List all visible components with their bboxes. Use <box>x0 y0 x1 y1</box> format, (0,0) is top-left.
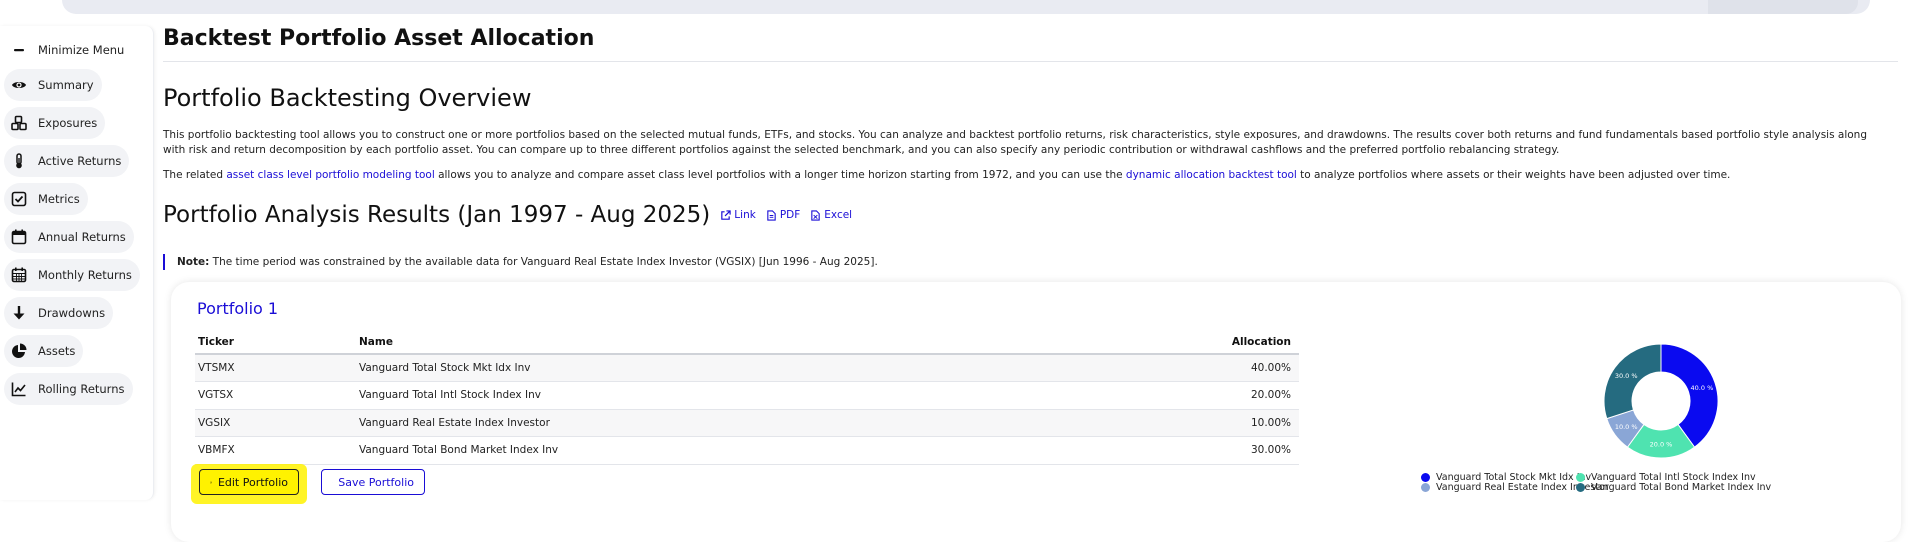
name-cell: Vanguard Total Stock Mkt Idx Inv <box>356 354 956 382</box>
table-header-row: Ticker Name Allocation <box>195 330 1299 354</box>
arrow-down-icon <box>10 304 28 322</box>
table-row: VGTSX Vanguard Total Intl Stock Index In… <box>195 382 1299 410</box>
sidebar-item-drawdowns[interactable]: Drawdowns <box>4 297 113 329</box>
overview-paragraph: This portfolio backtesting tool allows y… <box>163 128 1888 157</box>
paragraph-text: to analyze portfolios where assets or th… <box>1297 169 1731 181</box>
legend-swatch <box>1576 483 1585 492</box>
donut-slice[interactable] <box>1604 344 1661 419</box>
sidebar-item-summary[interactable]: Summary <box>4 69 102 101</box>
overview-heading: Portfolio Backtesting Overview <box>163 84 531 112</box>
sidebar-item-label: Metrics <box>38 192 80 206</box>
column-header-ticker: Ticker <box>195 330 356 354</box>
pie-icon <box>10 342 28 360</box>
sidebar-item-active-returns[interactable]: Active Returns <box>4 145 129 177</box>
paragraph-text: allows you to analyze and compare asset … <box>435 169 1126 181</box>
note-text: The time period was constrained by the a… <box>209 256 877 268</box>
excel-file-icon <box>810 210 821 221</box>
table-row: VBMFX Vanguard Total Bond Market Index I… <box>195 437 1299 465</box>
eye-icon <box>10 76 28 94</box>
table-row: VTSMX Vanguard Total Stock Mkt Idx Inv 4… <box>195 354 1299 382</box>
sidebar-item-label: Assets <box>38 344 75 358</box>
ticker-cell: VTSMX <box>195 354 356 382</box>
calendar-grid-icon <box>10 266 28 284</box>
holdings-table: Ticker Name Allocation VTSMX Vanguard To… <box>195 330 1299 465</box>
dynamic-allocation-tool-link[interactable]: dynamic allocation backtest tool <box>1126 169 1297 181</box>
minus-icon <box>10 41 28 59</box>
share-link-label: Link <box>734 209 756 221</box>
legend-swatch <box>1421 483 1430 492</box>
paragraph-text: The related <box>163 169 226 181</box>
top-bar-action[interactable] <box>1708 0 1858 14</box>
related-tools-paragraph: The related asset class level portfolio … <box>163 168 1888 183</box>
sidebar-item-assets[interactable]: Assets <box>4 335 83 367</box>
legend-item[interactable]: Vanguard Total Bond Market Index Inv <box>1576 482 1771 493</box>
page-title: Backtest Portfolio Asset Allocation <box>163 26 594 51</box>
title-divider <box>163 61 1898 62</box>
sidebar-item-rolling-returns[interactable]: Rolling Returns <box>4 373 133 405</box>
checkbox-icon <box>10 190 28 208</box>
legend-swatch <box>1576 473 1585 482</box>
allocation-cell: 10.00% <box>956 409 1299 437</box>
pdf-link[interactable]: PDF <box>766 209 800 221</box>
name-cell: Vanguard Total Intl Stock Index Inv <box>356 382 956 410</box>
allocation-cell: 40.00% <box>956 354 1299 382</box>
sidebar-item-minimize-menu[interactable]: Minimize Menu <box>4 34 132 66</box>
slice-label: 40.0 % <box>1691 384 1714 392</box>
name-cell: Vanguard Real Estate Index Investor <box>356 409 956 437</box>
cubes-icon <box>10 114 28 132</box>
sidebar-item-label: Minimize Menu <box>38 43 124 57</box>
save-portfolio-label: Save Portfolio <box>338 476 414 489</box>
sidebar: Minimize Menu Summary Exposures Active R… <box>0 26 154 500</box>
sidebar-item-label: Drawdowns <box>38 306 105 320</box>
thermometer-icon <box>10 152 28 170</box>
sidebar-item-label: Exposures <box>38 116 97 130</box>
sidebar-item-monthly-returns[interactable]: Monthly Returns <box>4 259 140 291</box>
asset-class-tool-link[interactable]: asset class level portfolio modeling too… <box>226 169 434 181</box>
legend-swatch <box>1421 473 1430 482</box>
excel-link[interactable]: Excel <box>810 209 852 221</box>
slice-label: 30.0 % <box>1615 372 1638 380</box>
line-chart-icon <box>10 380 28 398</box>
slice-label: 10.0 % <box>1615 423 1638 431</box>
save-portfolio-button[interactable]: Save Portfolio <box>321 469 425 495</box>
results-heading: Portfolio Analysis Results (Jan 1997 - A… <box>163 202 710 228</box>
column-header-allocation: Allocation <box>956 330 1299 354</box>
allocation-cell: 20.00% <box>956 382 1299 410</box>
sidebar-item-label: Active Returns <box>38 154 121 168</box>
share-link[interactable]: Link <box>720 209 756 221</box>
sidebar-item-annual-returns[interactable]: Annual Returns <box>4 221 134 253</box>
edit-portfolio-button[interactable]: Edit Portfolio <box>199 469 299 495</box>
sidebar-item-label: Monthly Returns <box>38 268 132 282</box>
sidebar-item-exposures[interactable]: Exposures <box>4 107 105 139</box>
excel-link-label: Excel <box>824 209 852 221</box>
ticker-cell: VGSIX <box>195 409 356 437</box>
legend-label: Vanguard Total Bond Market Index Inv <box>1591 482 1771 493</box>
ticker-cell: VBMFX <box>195 437 356 465</box>
sidebar-item-metrics[interactable]: Metrics <box>4 183 88 215</box>
table-row: VGSIX Vanguard Real Estate Index Investo… <box>195 409 1299 437</box>
slice-label: 20.0 % <box>1650 441 1673 449</box>
name-cell: Vanguard Total Bond Market Index Inv <box>356 437 956 465</box>
external-link-icon <box>720 210 731 221</box>
ticker-cell: VGTSX <box>195 382 356 410</box>
pdf-link-label: PDF <box>780 209 800 221</box>
note-label: Note: <box>177 256 209 268</box>
column-header-name: Name <box>356 330 956 354</box>
allocation-cell: 30.00% <box>956 437 1299 465</box>
edit-icon <box>210 477 212 488</box>
top-search-bar[interactable] <box>62 0 1870 14</box>
sidebar-item-label: Summary <box>38 78 94 92</box>
time-period-note: Note: The time period was constrained by… <box>163 254 878 270</box>
edit-portfolio-label: Edit Portfolio <box>218 476 288 489</box>
sidebar-item-label: Rolling Returns <box>38 382 125 396</box>
sidebar-item-label: Annual Returns <box>38 230 126 244</box>
allocation-donut-chart: 40.0 % 20.0 % 10.0 % 30.0 % <box>1511 334 1811 464</box>
export-links: Link PDF Excel <box>720 209 862 221</box>
portfolio-card: Portfolio 1 Ticker Name Allocation VTSMX… <box>171 282 1901 542</box>
calendar-icon <box>10 228 28 246</box>
results-heading-row: Portfolio Analysis Results (Jan 1997 - A… <box>163 202 862 228</box>
pdf-file-icon <box>766 210 777 221</box>
portfolio-title: Portfolio 1 <box>197 299 278 318</box>
